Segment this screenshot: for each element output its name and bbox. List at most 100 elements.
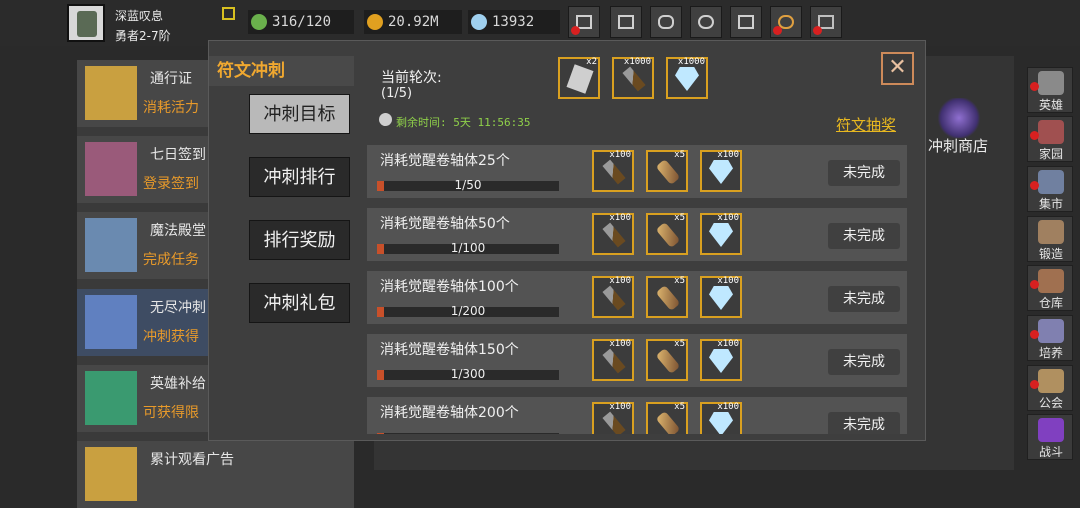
portal-icon[interactable]: [936, 98, 982, 138]
event-title: 英雄补给: [150, 376, 206, 392]
round-reward-scroll[interactable]: x2: [558, 57, 600, 99]
sprint-shop-label[interactable]: 冲刺商店: [928, 135, 988, 156]
item-qty: x1000: [677, 57, 705, 67]
reward-hammer[interactable]: x100: [592, 150, 634, 192]
task-list[interactable]: 消耗觉醒卷轴体25个 1/50 x100 x5 x100 未完成 消耗觉醒卷轴体…: [367, 142, 912, 434]
scroll-icon: [566, 64, 594, 94]
task-row: 消耗觉醒卷轴体25个 1/50 x100 x5 x100 未完成: [367, 145, 907, 198]
nav-train[interactable]: 培养: [1027, 315, 1073, 361]
tab-sprint-pack[interactable]: 冲刺礼包: [249, 283, 350, 323]
item-qty: x100: [609, 339, 631, 349]
reward-gem[interactable]: x100: [700, 276, 742, 318]
book-stack-icon: [85, 371, 137, 425]
log-icon: [655, 347, 681, 375]
task-name: 消耗觉醒卷轴体25个: [380, 153, 510, 169]
item-qty: x1000: [623, 57, 651, 67]
tab-sprint-goals[interactable]: 冲刺目标: [249, 94, 350, 134]
task-row: 消耗觉醒卷轴体50个 1/100 x100 x5 x100 未完成: [367, 208, 907, 261]
reward-hammer[interactable]: x100: [592, 339, 634, 381]
nav-home[interactable]: 家园: [1027, 116, 1073, 162]
nav-label: 集市: [1038, 197, 1063, 211]
reward-wood[interactable]: x5: [646, 150, 688, 192]
nav-guild[interactable]: 公会: [1027, 365, 1073, 411]
lucky-wheel-button[interactable]: [770, 6, 802, 38]
energy-value: 316/120: [272, 14, 332, 30]
fireworks-button[interactable]: [810, 6, 842, 38]
battle-portal-icon: [1038, 418, 1064, 442]
reward-gem[interactable]: x100: [700, 150, 742, 192]
reward-wood[interactable]: x5: [646, 402, 688, 434]
close-icon: ✕: [888, 55, 907, 80]
settings-button[interactable]: [690, 6, 722, 38]
nav-market[interactable]: 集市: [1027, 166, 1073, 212]
item-qty: x100: [609, 150, 631, 160]
hammer-icon: [602, 285, 626, 311]
task-status-button[interactable]: 未完成: [828, 349, 900, 375]
player-level: 勇者2-7阶: [115, 29, 171, 43]
round-value: (1/5): [381, 86, 413, 101]
clock-icon: [379, 113, 392, 126]
task-status-button[interactable]: 未完成: [828, 223, 900, 249]
task-name: 消耗觉醒卷轴体200个: [380, 405, 519, 421]
shop-cart-button[interactable]: [568, 6, 600, 38]
nav-label: 锻造: [1038, 247, 1063, 261]
reward-wood[interactable]: x5: [646, 213, 688, 255]
reward-hammer[interactable]: x100: [592, 402, 634, 434]
gold-value: 20.92M: [388, 14, 439, 30]
progress-fill: [377, 433, 385, 434]
progress-text: 1/50: [454, 178, 482, 192]
task-status-button[interactable]: 未完成: [828, 412, 900, 434]
reward-gem[interactable]: x100: [700, 213, 742, 255]
avatar-portrait: [77, 11, 97, 37]
rune-draw-link[interactable]: 符文抽奖: [836, 114, 896, 135]
event-subtitle: 消耗活力: [143, 100, 199, 116]
diamond-icon: [709, 286, 733, 310]
mail-button[interactable]: [610, 6, 642, 38]
item-qty: x5: [674, 276, 685, 286]
item-qty: x2: [586, 57, 597, 67]
reward-wood[interactable]: x5: [646, 339, 688, 381]
task-name: 消耗觉醒卷轴体150个: [380, 342, 519, 358]
event-item-ad-watch[interactable]: 累计观看广告: [77, 441, 354, 508]
tab-ranking-rewards[interactable]: 排行奖励: [249, 220, 350, 260]
gamepad-button[interactable]: [650, 6, 682, 38]
gift-button[interactable]: [730, 6, 762, 38]
log-icon: [655, 410, 681, 434]
nav-label: 仓库: [1038, 296, 1063, 310]
trophy-icon: [85, 66, 137, 120]
gamepad-icon: [658, 15, 674, 29]
alert-dot: [1030, 330, 1039, 339]
reward-hammer[interactable]: x100: [592, 276, 634, 318]
shrine-icon: [85, 295, 137, 349]
task-status-button[interactable]: 未完成: [828, 160, 900, 186]
player-avatar[interactable]: [67, 4, 105, 42]
task-row: 消耗觉醒卷轴体100个 1/200 x100 x5 x100 未完成: [367, 271, 907, 324]
event-subtitle: 可获得限: [143, 405, 199, 421]
diamond-icon: [709, 223, 733, 247]
event-title: 魔法殿堂: [150, 223, 206, 239]
round-reward-gem[interactable]: x1000: [666, 57, 708, 99]
hammer-icon: [602, 222, 626, 248]
log-icon: [655, 158, 681, 186]
task-name: 消耗觉醒卷轴体50个: [380, 216, 510, 232]
round-reward-hammer[interactable]: x1000: [612, 57, 654, 99]
nav-warehouse[interactable]: 仓库: [1027, 265, 1073, 311]
nav-hero[interactable]: 英雄: [1027, 67, 1073, 113]
event-title: 无尽冲刺: [150, 300, 206, 316]
close-button[interactable]: ✕: [881, 52, 914, 85]
event-title: 累计观看广告: [150, 452, 234, 468]
item-qty: x5: [674, 150, 685, 160]
tab-sprint-ranking[interactable]: 冲刺排行: [249, 157, 350, 197]
reward-gem[interactable]: x100: [700, 339, 742, 381]
nav-forge[interactable]: 锻造: [1027, 216, 1073, 262]
edit-icon[interactable]: [222, 7, 235, 20]
item-qty: x100: [717, 150, 739, 160]
task-status-button[interactable]: 未完成: [828, 286, 900, 312]
nav-battle[interactable]: 战斗: [1027, 414, 1073, 460]
reward-hammer[interactable]: x100: [592, 213, 634, 255]
nav-label: 公会: [1038, 396, 1063, 410]
reward-wood[interactable]: x5: [646, 276, 688, 318]
diamond-icon: [675, 67, 699, 91]
reward-gem[interactable]: x100: [700, 402, 742, 434]
item-qty: x5: [674, 339, 685, 349]
